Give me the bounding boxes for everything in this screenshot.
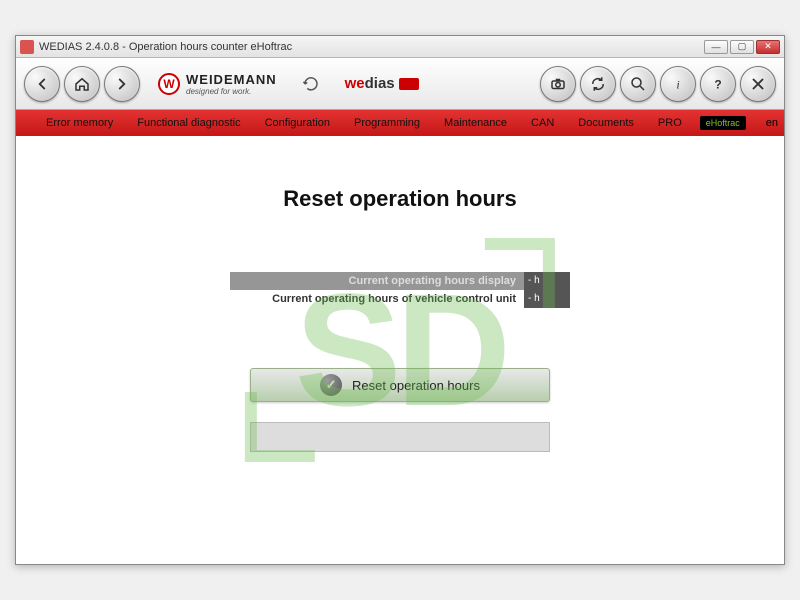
weidemann-name: WEIDEMANN (186, 72, 277, 87)
tab-functional-diagnostic[interactable]: Functional diagnostic (127, 110, 250, 136)
main-toolbar: W WEIDEMANN designed for work. wedias i (16, 58, 784, 110)
help-button[interactable]: ? (700, 66, 736, 102)
nav-bar: Error memory Functional diagnostic Confi… (16, 110, 784, 136)
language-selector[interactable]: en (760, 117, 784, 129)
tab-documents[interactable]: Documents (568, 110, 644, 136)
window-close-button[interactable]: ✕ (756, 40, 780, 54)
weidemann-tagline: designed for work. (186, 87, 277, 96)
svg-text:?: ? (714, 77, 721, 91)
maximize-button[interactable]: ▢ (730, 40, 754, 54)
app-window: WEDIAS 2.4.0.8 - Operation hours counter… (15, 35, 785, 565)
wedias-logo: wedias (345, 75, 419, 92)
page-title: Reset operation hours (16, 186, 784, 212)
tab-maintenance[interactable]: Maintenance (434, 110, 517, 136)
row-display-hours-value: - h (524, 272, 570, 290)
row-vcu-hours: Current operating hours of vehicle contr… (230, 290, 570, 308)
home-button[interactable] (64, 66, 100, 102)
reset-operation-hours-button[interactable]: ✓ Reset operation hours (250, 368, 550, 402)
svg-text:i: i (676, 77, 679, 91)
sync-button[interactable] (580, 66, 616, 102)
wedias-chip-icon (399, 78, 419, 90)
weidemann-badge-icon: W (158, 73, 180, 95)
tab-error-memory[interactable]: Error memory (36, 110, 123, 136)
close-button[interactable] (740, 66, 776, 102)
refresh-icon[interactable] (295, 68, 327, 100)
reset-button-label: Reset operation hours (352, 378, 480, 393)
wedias-post: dias (365, 75, 395, 92)
row-vcu-hours-label: Current operating hours of vehicle contr… (230, 293, 524, 305)
row-vcu-hours-value: - h (524, 290, 570, 308)
wedias-pre: we (345, 75, 365, 92)
tab-configuration[interactable]: Configuration (255, 110, 340, 136)
tab-programming[interactable]: Programming (344, 110, 430, 136)
content-area: SD Reset operation hours Current operati… (16, 136, 784, 564)
camera-button[interactable] (540, 66, 576, 102)
row-display-hours-label: Current operating hours display (230, 275, 524, 287)
forward-button[interactable] (104, 66, 140, 102)
titlebar: WEDIAS 2.4.0.8 - Operation hours counter… (16, 36, 784, 58)
window-title: WEDIAS 2.4.0.8 - Operation hours counter… (39, 41, 292, 53)
status-box (250, 422, 550, 452)
search-button[interactable] (620, 66, 656, 102)
row-display-hours: Current operating hours display - h (230, 272, 570, 290)
check-icon: ✓ (320, 374, 342, 396)
back-button[interactable] (24, 66, 60, 102)
app-icon (20, 40, 34, 54)
device-badge: eHoftrac (700, 116, 746, 130)
tab-pro[interactable]: PRO (648, 110, 692, 136)
operating-hours-table: Current operating hours display - h Curr… (230, 272, 570, 308)
info-button[interactable]: i (660, 66, 696, 102)
minimize-button[interactable]: — (704, 40, 728, 54)
tab-can[interactable]: CAN (521, 110, 564, 136)
weidemann-logo: W WEIDEMANN designed for work. (158, 71, 277, 96)
